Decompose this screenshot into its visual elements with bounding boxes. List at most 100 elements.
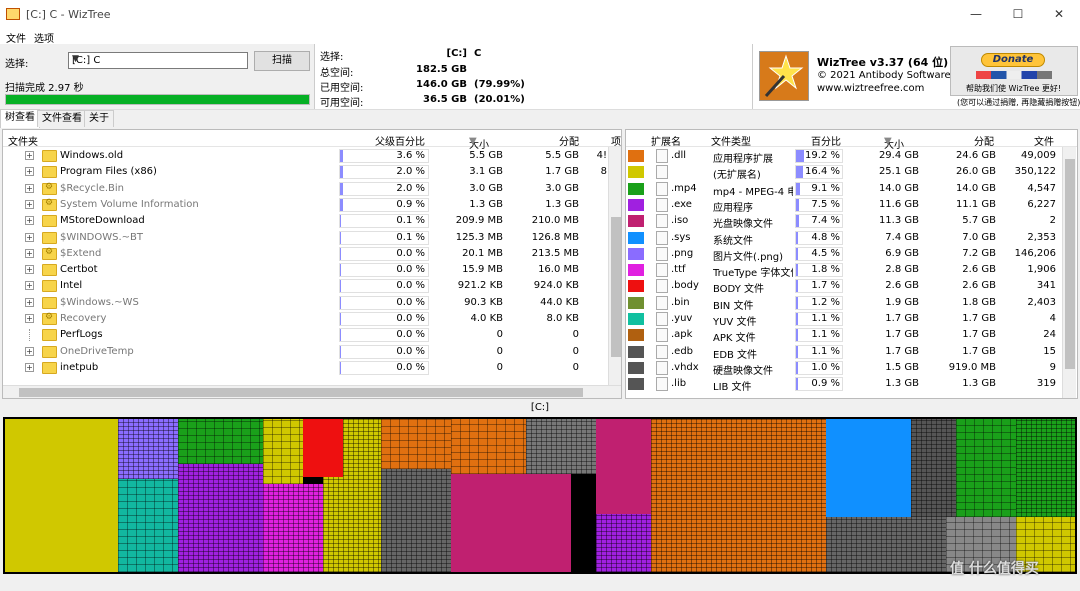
type-row[interactable]: .ttf TrueType 字体文件 1.8 % 2.8 GB 2.6 GB 1,906 bbox=[626, 262, 1077, 279]
tab-file-view[interactable]: 文件查看 bbox=[37, 110, 87, 127]
type-row[interactable]: .mp4 mp4 - MPEG-4 电影 9.1 % 14.0 GB 14.0 GB 4,… bbox=[626, 181, 1077, 198]
tree-row[interactable]: + Recovery 0.0 % 4.0 KB 8.0 KB bbox=[3, 311, 621, 327]
tree-row[interactable]: + MStoreDownload 0.1 % 209.9 MB 210.0 MB bbox=[3, 213, 621, 229]
tree-row[interactable]: + $Windows.~WS 0.0 % 90.3 KB 44.0 KB bbox=[3, 295, 621, 311]
type-row[interactable]: .lib LIB 文件 0.9 % 1.3 GB 1.3 GB 319 bbox=[626, 376, 1077, 393]
type-alloc: 1.3 GB bbox=[962, 378, 996, 390]
file-type-name: 应用程序 bbox=[713, 202, 753, 214]
type-row[interactable]: .png 图片文件(.png) 4.5 % 6.9 GB 7.2 GB 146,206 bbox=[626, 246, 1077, 263]
expand-plus-icon[interactable]: + bbox=[25, 183, 34, 193]
menu-options[interactable]: 选项 bbox=[34, 30, 54, 45]
treemap-block[interactable] bbox=[911, 419, 956, 517]
treemap-block[interactable] bbox=[178, 464, 263, 572]
type-files: 15 bbox=[1043, 345, 1056, 357]
tree-row[interactable]: + inetpub 0.0 % 0 0 bbox=[3, 360, 621, 376]
expand-plus-icon[interactable]: + bbox=[25, 232, 34, 242]
type-row[interactable]: (无扩展名) 16.4 % 25.1 GB 26.0 GB 350,122 bbox=[626, 164, 1077, 181]
type-row[interactable]: .apk APK 文件 1.1 % 1.7 GB 1.7 GB 24 bbox=[626, 327, 1077, 344]
col-extension[interactable]: 扩展名 bbox=[651, 133, 681, 148]
expand-plus-icon[interactable]: + bbox=[25, 151, 34, 160]
tab-about[interactable]: 关于 bbox=[84, 110, 114, 127]
expand-plus-icon[interactable]: + bbox=[25, 314, 34, 323]
expand-plus-icon[interactable]: + bbox=[25, 167, 34, 177]
treemap-block[interactable] bbox=[5, 419, 118, 572]
treemap-block[interactable] bbox=[596, 419, 651, 514]
expand-plus-icon[interactable]: + bbox=[25, 248, 34, 258]
treemap-block[interactable] bbox=[596, 514, 651, 572]
treemap-block[interactable] bbox=[956, 419, 1016, 517]
treemap-block[interactable] bbox=[381, 469, 451, 572]
treemap-block[interactable] bbox=[118, 479, 178, 572]
tree-row[interactable]: + Program Files (x86) 2.0 % 3.1 GB 1.7 GB 8 bbox=[3, 164, 621, 180]
tree-row[interactable]: + $WINDOWS.~BT 0.1 % 125.3 MB 126.8 MB bbox=[3, 230, 621, 246]
type-row[interactable]: .bin BIN 文件 1.2 % 1.9 GB 1.8 GB 2,403 bbox=[626, 295, 1077, 312]
expand-plus-icon[interactable]: + bbox=[25, 265, 34, 275]
menu-file[interactable]: 文件 bbox=[6, 30, 26, 45]
col-folder[interactable]: 文件夹 bbox=[8, 133, 38, 148]
type-row[interactable]: .dll 应用程序扩展 19.2 % 29.4 GB 24.6 GB 49,009 bbox=[626, 148, 1077, 165]
col-items[interactable]: 项 bbox=[611, 133, 621, 148]
type-row[interactable]: .vhdx 硬盘映像文件 1.0 % 1.5 GB 919.0 MB 9 bbox=[626, 360, 1077, 377]
type-vscroll-thumb[interactable] bbox=[1065, 159, 1075, 369]
col-files[interactable]: 文件 bbox=[1034, 133, 1054, 148]
website-link[interactable]: www.wiztreefree.com bbox=[817, 83, 924, 94]
treemap-block[interactable] bbox=[263, 484, 323, 572]
expand-plus-icon[interactable]: + bbox=[25, 297, 34, 307]
expand-plus-icon[interactable]: + bbox=[25, 362, 34, 372]
tree-row[interactable]: + Windows.old 3.6 % 5.5 GB 5.5 GB 4! bbox=[3, 148, 621, 164]
treemap-block[interactable] bbox=[526, 419, 596, 474]
treemap-block[interactable] bbox=[118, 419, 178, 479]
treemap-block[interactable] bbox=[1016, 419, 1075, 517]
expand-plus-icon[interactable]: + bbox=[25, 199, 34, 209]
tree-vertical-scrollbar[interactable] bbox=[608, 147, 621, 385]
tree-row[interactable]: + $Extend 0.0 % 20.1 MB 213.5 MB bbox=[3, 246, 621, 262]
treemap-block[interactable] bbox=[178, 419, 263, 464]
type-vertical-scrollbar[interactable] bbox=[1062, 147, 1076, 398]
tree-row[interactable]: + OneDriveTemp 0.0 % 0 0 bbox=[3, 344, 621, 360]
tree-horizontal-scrollbar[interactable] bbox=[3, 385, 621, 398]
treemap-block[interactable] bbox=[323, 477, 381, 572]
col-type-alloc[interactable]: 分配 bbox=[974, 133, 994, 148]
treemap-block[interactable] bbox=[263, 419, 303, 484]
drive-select[interactable]: [C:] C ▼ bbox=[68, 52, 248, 69]
type-row[interactable]: .yuv YUV 文件 1.1 % 1.7 GB 1.7 GB 4 bbox=[626, 311, 1077, 328]
tree-row[interactable]: + System Volume Information 0.9 % 1.3 GB 1.3… bbox=[3, 197, 621, 213]
type-row[interactable]: .edb EDB 文件 1.1 % 1.7 GB 1.7 GB 15 bbox=[626, 344, 1077, 361]
donate-button[interactable]: Donate 帮助我们使 WizTree 更好! bbox=[950, 46, 1078, 96]
type-row[interactable]: .exe 应用程序 7.5 % 11.6 GB 11.1 GB 6,227 bbox=[626, 197, 1077, 214]
col-percent[interactable]: 百分比 bbox=[811, 133, 841, 148]
treemap-block[interactable] bbox=[826, 517, 946, 572]
tree-row[interactable]: + Certbot 0.0 % 15.9 MB 16.0 MB bbox=[3, 262, 621, 278]
expand-plus-icon[interactable]: + bbox=[25, 281, 34, 291]
treemap-block[interactable] bbox=[826, 419, 911, 517]
tree-row[interactable]: + $Recycle.Bin 2.0 % 3.0 GB 3.0 GB bbox=[3, 181, 621, 197]
expand-plus-icon[interactable]: + bbox=[25, 346, 34, 356]
tree-vscroll-thumb[interactable] bbox=[611, 217, 621, 357]
col-alloc[interactable]: 分配 bbox=[559, 133, 579, 148]
parent-pct-value: 0.9 % bbox=[396, 198, 425, 210]
col-file-type[interactable]: 文件类型 bbox=[711, 133, 751, 148]
type-row[interactable]: .iso 光盘映像文件 7.4 % 11.3 GB 5.7 GB 2 bbox=[626, 213, 1077, 230]
treemap-block[interactable] bbox=[303, 419, 343, 477]
file-type-name: YUV 文件 bbox=[713, 317, 757, 328]
total-space-value: 182.5 GB bbox=[416, 64, 467, 75]
treemap-block[interactable] bbox=[451, 474, 571, 572]
col-parent-pct[interactable]: 父级百分比 bbox=[375, 133, 425, 148]
expand-plus-icon[interactable]: + bbox=[25, 216, 34, 226]
close-button[interactable]: ✕ bbox=[1050, 6, 1068, 22]
treemap-block[interactable] bbox=[381, 419, 451, 469]
treemap[interactable] bbox=[3, 417, 1077, 574]
tree-hscroll-thumb[interactable] bbox=[19, 388, 583, 397]
treemap-block[interactable] bbox=[451, 419, 526, 474]
scan-button[interactable]: 扫描 bbox=[254, 51, 310, 71]
treemap-block[interactable] bbox=[343, 419, 381, 484]
maximize-button[interactable]: ☐ bbox=[1009, 6, 1027, 22]
tab-tree-view[interactable]: 树查看 bbox=[0, 109, 40, 128]
tree-row[interactable]: PerfLogs 0.0 % 0 0 bbox=[3, 327, 621, 343]
treemap-block[interactable] bbox=[651, 419, 826, 572]
type-row[interactable]: .sys 系统文件 4.8 % 7.4 GB 7.0 GB 2,353 bbox=[626, 230, 1077, 247]
type-row[interactable]: .body BODY 文件 1.7 % 2.6 GB 2.6 GB 341 bbox=[626, 278, 1077, 295]
minimize-button[interactable]: — bbox=[967, 6, 985, 22]
title-bar[interactable]: [C:] C - WizTree — ☐ ✕ bbox=[0, 0, 1080, 29]
tree-row[interactable]: + Intel 0.0 % 921.2 KB 924.0 KB bbox=[3, 278, 621, 294]
